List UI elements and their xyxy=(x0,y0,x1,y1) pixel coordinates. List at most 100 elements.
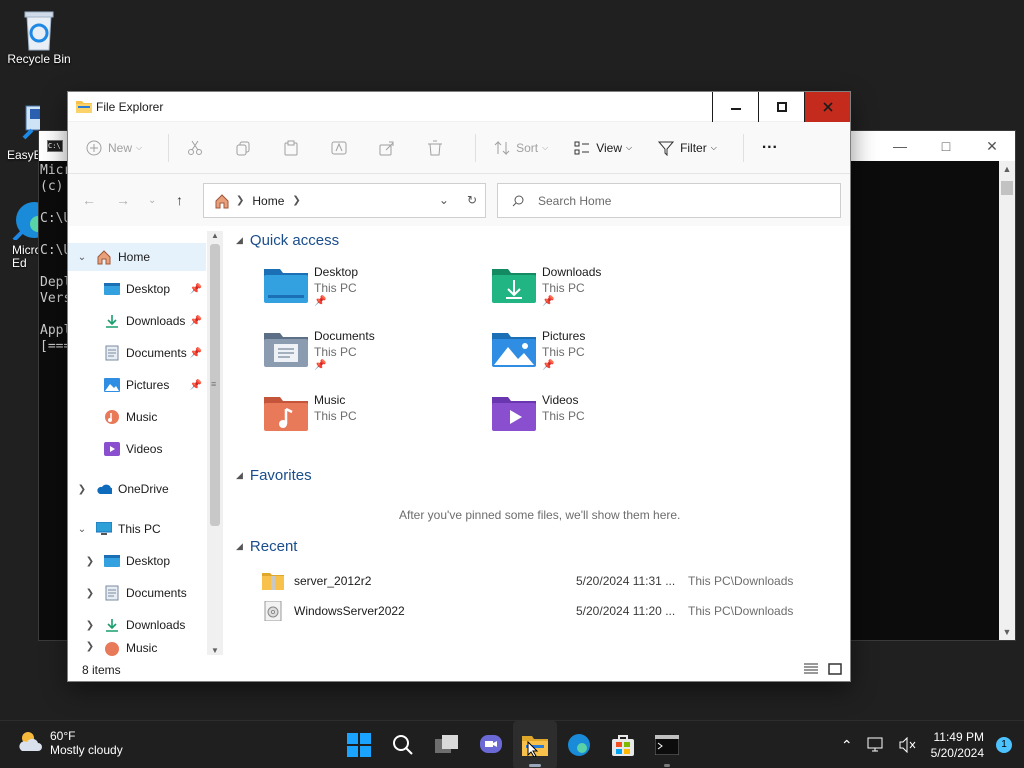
nav-item-documents[interactable]: Documents 📌 xyxy=(68,339,206,367)
nav-item-home[interactable]: ⌄ Home xyxy=(68,243,206,271)
cut-button[interactable] xyxy=(187,140,209,156)
file-explorer-window[interactable]: File Explorer New ⌵ Sort ⌵ View ⌵ Filter… xyxy=(67,91,851,682)
breadcrumb-chevron-icon[interactable]: ❯ xyxy=(292,195,300,206)
expand-chevron-icon[interactable]: ⌄ xyxy=(76,524,88,535)
expand-chevron-icon[interactable]: ❯ xyxy=(84,641,96,652)
favorites-header[interactable]: ◢ Favorites xyxy=(236,467,312,484)
console-scroll-thumb[interactable] xyxy=(1001,181,1013,195)
nav-label: Music xyxy=(126,641,158,655)
details-view-icon[interactable] xyxy=(804,663,818,675)
network-icon[interactable] xyxy=(867,737,885,753)
recent-row[interactable]: server_2012r2 5/20/2024 11:31 ... This P… xyxy=(262,569,822,593)
share-button[interactable] xyxy=(379,140,401,156)
nav-item-music[interactable]: Music xyxy=(68,403,206,431)
nav-item-onedrive[interactable]: ❯ OneDrive xyxy=(68,475,206,503)
desktop-icon-edge[interactable]: Micro Ed xyxy=(0,200,40,270)
console-close-button[interactable]: ✕ xyxy=(969,131,1015,161)
recent-header[interactable]: ◢ Recent xyxy=(236,538,297,555)
quick-access-downloads[interactable]: Downloads This PC 📌 xyxy=(492,265,692,321)
forward-arrow-icon[interactable]: → xyxy=(116,192,130,208)
close-button[interactable] xyxy=(804,92,850,122)
expand-chevron-icon[interactable]: ❯ xyxy=(84,620,96,631)
refresh-icon[interactable]: ↻ xyxy=(467,193,477,207)
quick-access-documents[interactable]: Documents This PC 📌 xyxy=(264,329,464,385)
maximize-button[interactable] xyxy=(758,92,804,122)
tiles-view-icon[interactable] xyxy=(828,663,842,675)
start-button[interactable] xyxy=(337,721,381,768)
explorer-titlebar[interactable]: File Explorer xyxy=(68,92,850,122)
console-minimize-button[interactable]: — xyxy=(877,131,923,161)
nav-item-desktop[interactable]: Desktop 📌 xyxy=(68,275,206,303)
pin-icon[interactable]: 📌 xyxy=(190,284,202,295)
recent-locations-chevron-icon[interactable]: ⌄ xyxy=(148,195,156,206)
copy-button[interactable] xyxy=(235,140,257,156)
nav-item-pc-music[interactable]: ❯ Music xyxy=(68,641,206,657)
back-arrow-icon[interactable]: ← xyxy=(82,192,96,208)
desktop-icon-recycle-bin[interactable]: Recycle Bin xyxy=(1,8,77,66)
weather-widget[interactable]: 60°F Mostly cloudy xyxy=(16,729,123,757)
delete-button[interactable] xyxy=(427,140,449,156)
rename-button[interactable] xyxy=(331,140,353,156)
nav-item-pictures[interactable]: Pictures 📌 xyxy=(68,371,206,399)
expand-chevron-icon[interactable]: ❯ xyxy=(76,484,88,495)
collapse-triangle-icon[interactable]: ◢ xyxy=(236,470,243,481)
collapse-triangle-icon[interactable]: ◢ xyxy=(236,541,243,552)
file-explorer-taskbar-button[interactable] xyxy=(513,721,557,768)
navigation-pane-scrollbar[interactable]: ▲ ≡ ▼ xyxy=(207,231,223,655)
volume-muted-icon[interactable] xyxy=(899,737,917,753)
pin-icon[interactable]: 📌 xyxy=(542,296,554,307)
desktop-icon-easybcd[interactable]: EasyBC xyxy=(0,104,40,162)
breadcrumb-home[interactable]: Home xyxy=(252,194,284,208)
more-options-button[interactable]: ··· xyxy=(762,139,778,157)
expand-chevron-icon[interactable]: ⌄ xyxy=(76,252,88,263)
filter-button[interactable]: Filter ⌵ xyxy=(658,140,717,156)
view-button[interactable]: View ⌵ xyxy=(574,140,632,156)
nav-item-pc-desktop[interactable]: ❯ Desktop xyxy=(68,547,206,575)
nav-item-videos[interactable]: Videos xyxy=(68,435,206,463)
console-scrollbar[interactable]: ▲ ▼ xyxy=(999,161,1015,640)
collapse-triangle-icon[interactable]: ◢ xyxy=(236,235,243,246)
pin-icon[interactable]: 📌 xyxy=(190,380,202,391)
edge-taskbar-button[interactable] xyxy=(557,721,601,768)
scroll-down-icon[interactable]: ▼ xyxy=(207,646,223,655)
pin-icon[interactable]: 📌 xyxy=(314,360,326,371)
terminal-taskbar-button[interactable] xyxy=(645,721,689,768)
music-icon xyxy=(104,409,120,425)
new-button[interactable]: New ⌵ xyxy=(86,140,142,156)
task-view-button[interactable] xyxy=(425,721,469,768)
quick-access-desktop[interactable]: Desktop This PC 📌 xyxy=(264,265,464,321)
expand-chevron-icon[interactable]: ❯ xyxy=(84,556,96,567)
search-input[interactable]: Search Home xyxy=(497,183,841,218)
minimize-button[interactable] xyxy=(712,92,758,122)
nav-item-pc-documents[interactable]: ❯ Documents xyxy=(68,579,206,607)
notification-badge[interactable]: 1 xyxy=(996,737,1012,753)
paste-button[interactable] xyxy=(283,140,305,156)
up-arrow-icon[interactable]: ↑ xyxy=(176,192,183,208)
pin-icon[interactable]: 📌 xyxy=(190,316,202,327)
address-dropdown-chevron-icon[interactable]: ⌄ xyxy=(439,193,449,207)
search-taskbar-button[interactable] xyxy=(381,721,425,768)
chat-button[interactable] xyxy=(469,721,513,768)
nav-item-pc-downloads[interactable]: ❯ Downloads xyxy=(68,611,206,639)
pin-icon[interactable]: 📌 xyxy=(314,296,326,307)
nav-item-this-pc[interactable]: ⌄ This PC xyxy=(68,515,206,543)
recent-row[interactable]: WindowsServer2022 5/20/2024 11:20 ... Th… xyxy=(262,599,822,623)
clock[interactable]: 11:49 PM 5/20/2024 xyxy=(931,729,984,761)
scroll-up-icon[interactable]: ▲ xyxy=(207,231,223,240)
address-bar[interactable]: ❯ Home ❯ ⌄ ↻ xyxy=(203,183,486,218)
console-maximize-button[interactable]: □ xyxy=(923,131,969,161)
pin-icon[interactable]: 📌 xyxy=(542,360,554,371)
store-taskbar-button[interactable] xyxy=(601,721,645,768)
tile-name: Videos xyxy=(542,393,579,407)
scroll-down-icon[interactable]: ▼ xyxy=(999,624,1015,640)
scroll-up-icon[interactable]: ▲ xyxy=(999,161,1015,177)
pin-icon[interactable]: 📌 xyxy=(190,348,202,359)
quick-access-videos[interactable]: Videos This PC xyxy=(492,393,692,449)
nav-item-downloads[interactable]: Downloads 📌 xyxy=(68,307,206,335)
show-hidden-icons-chevron-icon[interactable]: ⌃ xyxy=(841,737,853,754)
quick-access-music[interactable]: Music This PC xyxy=(264,393,464,449)
quick-access-header[interactable]: ◢ Quick access xyxy=(236,232,339,249)
expand-chevron-icon[interactable]: ❯ xyxy=(84,588,96,599)
sort-button[interactable]: Sort ⌵ xyxy=(494,140,548,156)
quick-access-pictures[interactable]: Pictures This PC 📌 xyxy=(492,329,692,385)
